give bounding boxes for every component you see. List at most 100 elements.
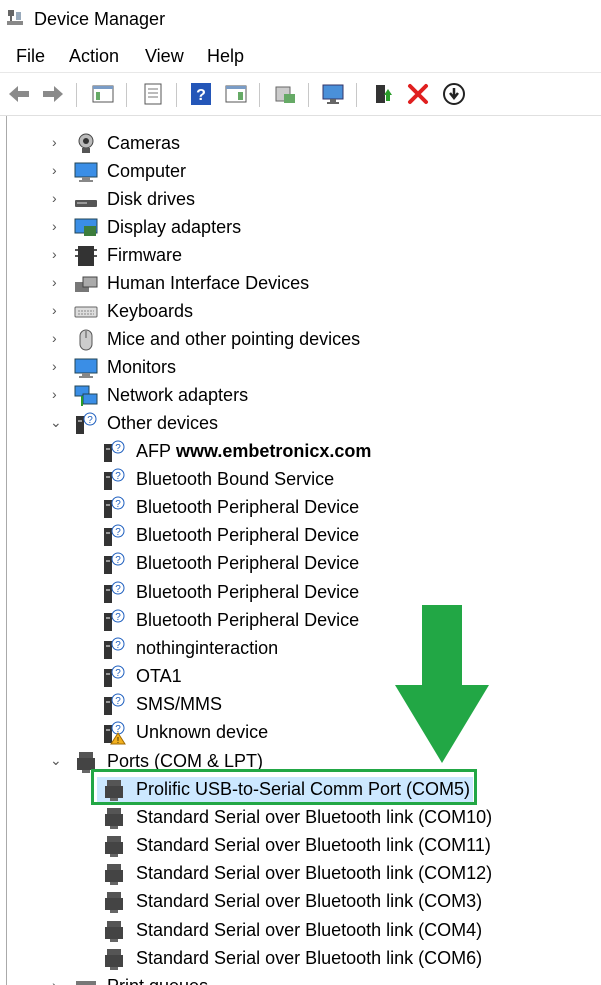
svg-text:?: ? <box>115 527 121 538</box>
device-tree: › Cameras › Computer › Disk drives › Dis… <box>0 116 601 985</box>
action-pane-icon[interactable] <box>223 81 249 107</box>
chevron-right-icon[interactable]: › <box>52 331 62 345</box>
chevron-right-icon[interactable]: › <box>52 219 62 233</box>
chevron-down-icon[interactable]: ⌄ <box>50 415 62 429</box>
device-item[interactable]: ?! Unknown device <box>0 720 601 746</box>
chevron-right-icon[interactable]: › <box>52 387 62 401</box>
tree-category-firmware[interactable]: › Firmware <box>0 243 601 269</box>
port-item[interactable]: Standard Serial over Bluetooth link (COM… <box>0 946 601 972</box>
port-item[interactable]: Standard Serial over Bluetooth link (COM… <box>0 889 601 915</box>
tree-category-cameras[interactable]: › Cameras <box>0 131 601 157</box>
device-item[interactable]: ? Bluetooth Peripheral Device <box>0 580 601 606</box>
toolbar: ? <box>0 72 601 116</box>
port-label: Standard Serial over Bluetooth link (COM… <box>136 919 483 940</box>
menu-action[interactable]: Action <box>69 46 119 67</box>
warning-device-icon: ?! <box>104 721 126 745</box>
device-item[interactable]: ? Bluetooth Peripheral Device <box>0 495 601 521</box>
highlight-box <box>91 769 477 805</box>
port-icon <box>105 808 123 830</box>
device-item[interactable]: ? Bluetooth Peripheral Device <box>0 523 601 549</box>
download-icon[interactable] <box>441 81 467 107</box>
device-item[interactable]: ? OTA1 <box>0 664 601 690</box>
forward-arrow-icon[interactable] <box>40 81 66 107</box>
chevron-right-icon[interactable]: › <box>52 978 62 985</box>
unknown-device-icon: ? <box>104 637 125 659</box>
tree-category-monitors[interactable]: › Monitors <box>0 355 601 381</box>
device-item[interactable]: ? Bluetooth Peripheral Device <box>0 551 601 577</box>
tree-label: Disk drives <box>107 189 196 209</box>
device-item[interactable]: ? Bluetooth Bound Service <box>0 467 601 493</box>
tree-category-network-adapters[interactable]: › Network adapters <box>0 383 601 409</box>
device-label: Bluetooth Peripheral Device <box>136 497 360 518</box>
port-icon <box>105 836 123 858</box>
tree-category-mice[interactable]: › Mice and other pointing devices <box>0 327 601 353</box>
enable-device-icon[interactable] <box>370 81 396 107</box>
menu-view[interactable]: View <box>145 46 184 67</box>
tree-label: Firmware <box>107 245 182 265</box>
port-label: Standard Serial over Bluetooth link (COM… <box>136 863 493 884</box>
device-item[interactable]: ? nothinginteraction <box>0 636 601 662</box>
port-icon <box>105 948 123 970</box>
tree-category-keyboards[interactable]: › Keyboards <box>0 299 601 325</box>
properties-icon[interactable] <box>140 81 166 107</box>
title-bar: Device Manager <box>0 0 601 38</box>
unknown-device-icon: ? <box>76 412 97 434</box>
device-label: OTA1 <box>136 665 182 686</box>
device-item[interactable]: ? Bluetooth Peripheral Device <box>0 608 601 634</box>
unknown-device-icon: ? <box>104 609 125 631</box>
svg-text:?: ? <box>115 584 121 595</box>
svg-text:?: ? <box>115 555 121 566</box>
menu-file[interactable]: File <box>16 46 45 67</box>
scan-hardware-icon[interactable] <box>320 81 346 107</box>
device-label: Bluetooth Peripheral Device <box>136 609 360 630</box>
unknown-device-icon: ? <box>104 440 125 462</box>
port-icon <box>105 920 123 942</box>
chevron-right-icon[interactable]: › <box>52 163 62 177</box>
chevron-down-icon[interactable]: ⌄ <box>50 753 62 767</box>
chevron-right-icon[interactable]: › <box>52 191 62 205</box>
device-item[interactable]: ? AFP www.embetronicx.com <box>0 439 601 465</box>
port-label: Standard Serial over Bluetooth link (COM… <box>136 947 483 968</box>
tree-category-display-adapters[interactable]: › Display adapters <box>0 215 601 241</box>
tree-category-hid[interactable]: › Human Interface Devices <box>0 271 601 297</box>
computer-icon <box>74 162 98 182</box>
port-item[interactable]: Standard Serial over Bluetooth link (COM… <box>0 918 601 944</box>
keyboard-icon <box>74 306 98 318</box>
network-adapter-icon <box>74 385 98 406</box>
port-item[interactable]: Standard Serial over Bluetooth link (COM… <box>0 805 601 831</box>
svg-text:?: ? <box>87 415 93 426</box>
tree-category-computer[interactable]: › Computer <box>0 159 601 185</box>
menu-help[interactable]: Help <box>207 46 244 67</box>
svg-text:?: ? <box>115 668 121 679</box>
watermark-text: www.embetronicx.com <box>176 441 372 461</box>
chevron-right-icon[interactable]: › <box>52 275 62 289</box>
update-driver-icon[interactable] <box>272 81 298 107</box>
port-item[interactable]: Standard Serial over Bluetooth link (COM… <box>0 833 601 859</box>
unknown-device-icon: ? <box>104 665 125 687</box>
uninstall-icon[interactable] <box>405 81 431 107</box>
tree-label: Computer <box>107 161 187 181</box>
tree-label: Print queues <box>107 976 208 985</box>
camera-icon <box>78 133 94 153</box>
port-item[interactable]: Standard Serial over Bluetooth link (COM… <box>0 861 601 887</box>
port-label: Standard Serial over Bluetooth link (COM… <box>136 891 483 912</box>
display-adapter-icon <box>74 218 98 236</box>
chevron-right-icon[interactable]: › <box>52 359 62 373</box>
back-arrow-icon[interactable] <box>6 81 32 107</box>
chevron-right-icon[interactable]: › <box>52 303 62 317</box>
svg-text:?: ? <box>115 612 121 623</box>
device-item[interactable]: ? SMS/MMS <box>0 692 601 718</box>
show-hide-console-tree-icon[interactable] <box>90 81 116 107</box>
device-label: Bluetooth Peripheral Device <box>136 553 360 574</box>
tree-category-disk-drives[interactable]: › Disk drives <box>0 187 601 213</box>
tree-category-other-devices[interactable]: ⌄ ? Other devices <box>0 411 601 437</box>
help-icon[interactable]: ? <box>188 81 214 107</box>
port-icon <box>105 892 123 914</box>
device-label: Bluetooth Peripheral Device <box>136 581 360 602</box>
tree-category-print-queues[interactable]: › Print queues <box>0 974 601 985</box>
tree-label: Other devices <box>107 413 219 433</box>
port-icon <box>105 864 123 886</box>
chevron-right-icon[interactable]: › <box>52 135 62 149</box>
chevron-right-icon[interactable]: › <box>52 247 62 261</box>
svg-text:?: ? <box>196 87 206 104</box>
